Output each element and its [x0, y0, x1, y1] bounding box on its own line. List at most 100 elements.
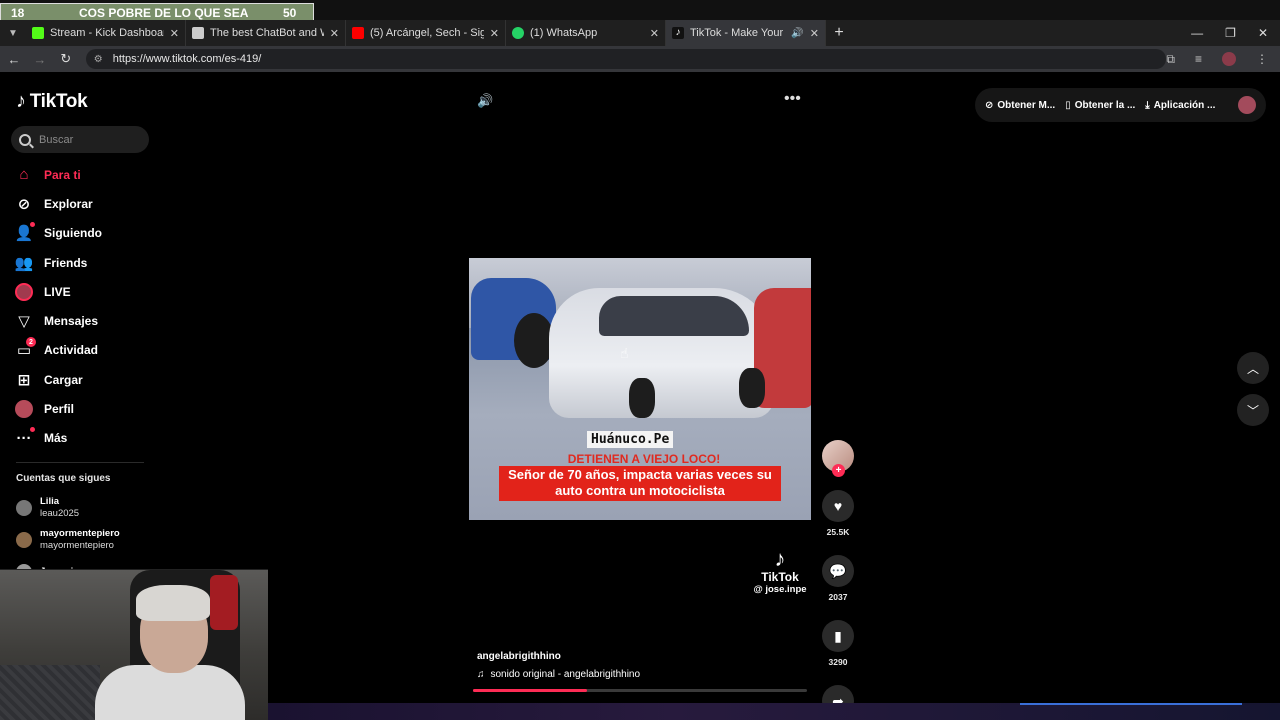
- following-title: Cuentas que sigues: [16, 473, 111, 484]
- tiktok-favicon-icon: ♪: [672, 27, 684, 39]
- send-icon: ▽: [18, 313, 30, 331]
- tab-title: (5) Arcángel, Sech - Sigues Con: [370, 27, 484, 39]
- heart-icon[interactable]: ♥: [822, 490, 854, 522]
- reload-icon[interactable]: ↻: [54, 51, 78, 67]
- video-progress-fill: [473, 689, 587, 692]
- desktop-app-button[interactable]: ⤓ Aplicación ...: [1145, 100, 1215, 111]
- more-options-icon[interactable]: •••: [784, 90, 801, 108]
- hand-cursor-icon: ☝: [620, 345, 629, 361]
- close-tab-icon[interactable]: ✕: [490, 27, 499, 40]
- video-brand-overlay: Huánuco.Pe: [587, 431, 674, 448]
- music-note-icon: ♫: [477, 669, 485, 680]
- comment-action[interactable]: 💬 2037: [820, 555, 856, 602]
- tab-search-icon[interactable]: ▼: [0, 20, 26, 46]
- tab-title: Stream - Kick Dashboard: [50, 27, 164, 39]
- save-action[interactable]: ▮ 3290: [820, 620, 856, 667]
- back-icon[interactable]: ←: [2, 52, 26, 67]
- friends-icon: 👥: [14, 254, 34, 272]
- creator-avatar[interactable]: +: [822, 440, 854, 477]
- close-tab-icon[interactable]: ✕: [170, 27, 179, 40]
- chatbot-favicon-icon: [192, 27, 204, 39]
- close-tab-icon[interactable]: ✕: [650, 27, 659, 40]
- browser-profile-avatar[interactable]: [1222, 52, 1236, 66]
- tab-youtube[interactable]: (5) Arcángel, Sech - Sigues Con ✕: [346, 20, 506, 46]
- activity-icon: ▭ 2: [14, 337, 36, 360]
- avatar: [16, 500, 32, 516]
- tab-audio-icon[interactable]: 🔊: [791, 28, 803, 39]
- sidebar-item-live[interactable]: LIVE: [14, 277, 154, 306]
- user-avatar[interactable]: [1238, 96, 1256, 114]
- get-app-button[interactable]: ▯ Obtener la ...: [1065, 100, 1135, 111]
- tab-whatsapp[interactable]: (1) WhatsApp ✕: [506, 20, 666, 46]
- search-input[interactable]: [39, 133, 139, 146]
- upload-icon: ⊞: [17, 371, 31, 389]
- get-coins-button[interactable]: ⊘ Obtener M...: [985, 100, 1055, 111]
- get-coins-label: Obtener M...: [997, 99, 1056, 111]
- sidebar-item-perfil[interactable]: Perfil: [14, 394, 154, 423]
- profile-icon: [14, 399, 34, 419]
- sidebar-item-para-ti[interactable]: ⌂ Para ti: [14, 160, 154, 189]
- volume-icon[interactable]: 🔊: [477, 93, 493, 109]
- sidebar-item-cargar[interactable]: ⊞ Cargar: [14, 365, 154, 394]
- close-tab-icon[interactable]: ✕: [810, 27, 819, 40]
- following-item[interactable]: mayormentepiero mayormentepiero: [16, 524, 156, 556]
- user-follow-icon: 👤: [14, 222, 35, 243]
- sidebar-item-actividad[interactable]: ▭ 2 Actividad: [14, 336, 154, 365]
- tab-chatbot[interactable]: The best ChatBot and Widgets ✕: [186, 20, 346, 46]
- browser-menu-icon[interactable]: ⋮: [1256, 52, 1268, 66]
- next-video-button[interactable]: ﹀: [1237, 394, 1269, 426]
- sidebar-item-mensajes[interactable]: ▽ Mensajes: [14, 306, 154, 335]
- close-window-icon[interactable]: ✕: [1258, 26, 1268, 40]
- video-author[interactable]: angelabrigithhino: [477, 651, 561, 662]
- tab-tiktok[interactable]: ♪ TikTok - Make Your Day 🔊 ✕: [666, 20, 826, 46]
- tiktok-logo[interactable]: ♪ TikTok: [16, 90, 88, 113]
- top-actions-bar: ⊘ Obtener M... ▯ Obtener la ... ⤓ Aplicació…: [975, 88, 1266, 122]
- following-name: mayormentepiero: [40, 528, 120, 539]
- minimize-icon[interactable]: —: [1191, 26, 1203, 40]
- search-bar[interactable]: [11, 126, 149, 153]
- following-names: mayormentepiero mayormentepiero: [40, 528, 120, 552]
- video-sound[interactable]: ♫ sonido original - angelabrigithhino: [477, 669, 640, 680]
- tiktok-logo-icon: ♪: [16, 90, 26, 112]
- chevron-down-icon: ﹀: [1246, 403, 1259, 418]
- video-actions: + ♥ 25.5K 💬 2037 ▮ 3290 ➦ 9040: [820, 440, 856, 720]
- video-headline-overlay: DETIENEN A VIEJO LOCO!: [567, 452, 721, 466]
- following-handle: leau2025: [40, 508, 80, 519]
- sidebar-item-mas[interactable]: ··· Más: [14, 424, 154, 453]
- following-name: Lilia: [40, 496, 60, 507]
- video-player[interactable]: Huánuco.Pe DETIENEN A VIEJO LOCO! Señor …: [469, 258, 811, 520]
- address-bar[interactable]: ⚙ https://www.tiktok.com/es-419/: [85, 49, 1167, 69]
- like-count: 25.5K: [826, 527, 850, 537]
- youtube-favicon-icon: [352, 27, 364, 39]
- tiktok-watermark-icon: ♪: [774, 546, 786, 571]
- following-item[interactable]: Lilia leau2025: [16, 492, 156, 524]
- restore-icon[interactable]: ❐: [1225, 26, 1236, 40]
- live-icon: [14, 282, 34, 302]
- bookmark-icon[interactable]: ▮: [822, 620, 854, 652]
- close-tab-icon[interactable]: ✕: [330, 27, 339, 40]
- browser-tab-bar: ▼ Stream - Kick Dashboard ✕ The best Cha…: [0, 20, 1280, 46]
- toolbar-right: ⧉ ≡ ⋮: [1166, 52, 1280, 67]
- media-control-icon[interactable]: ≡: [1195, 52, 1202, 66]
- following-names: Lilia leau2025: [40, 496, 79, 520]
- forward-icon[interactable]: →: [28, 52, 52, 67]
- avatar: [16, 532, 32, 548]
- new-tab-button[interactable]: +: [826, 20, 852, 46]
- tab-kick[interactable]: Stream - Kick Dashboard ✕: [26, 20, 186, 46]
- follow-plus-icon[interactable]: +: [832, 464, 845, 477]
- sidebar-item-label: Perfil: [44, 402, 75, 417]
- extensions-icon[interactable]: ⧉: [1166, 52, 1175, 67]
- site-info-icon[interactable]: ⚙: [94, 54, 103, 65]
- sidebar-item-siguiendo[interactable]: 👤 Siguiendo: [14, 219, 154, 248]
- previous-video-button[interactable]: ︿: [1237, 352, 1269, 384]
- phone-icon: ▯: [1065, 99, 1071, 111]
- following-handle: mayormentepiero: [40, 540, 114, 551]
- video-progress-bar[interactable]: [473, 689, 807, 692]
- browser-toolbar: ← → ↻ ⚙ https://www.tiktok.com/es-419/ ⧉…: [0, 46, 1280, 72]
- like-action[interactable]: ♥ 25.5K: [820, 490, 856, 537]
- sidebar-item-friends[interactable]: 👥 Friends: [14, 248, 154, 277]
- search-icon: [19, 133, 31, 146]
- comment-icon[interactable]: 💬: [822, 555, 854, 587]
- compass-icon: ⊘: [17, 195, 31, 213]
- sidebar-item-explorar[interactable]: ⊘ Explorar: [14, 189, 154, 218]
